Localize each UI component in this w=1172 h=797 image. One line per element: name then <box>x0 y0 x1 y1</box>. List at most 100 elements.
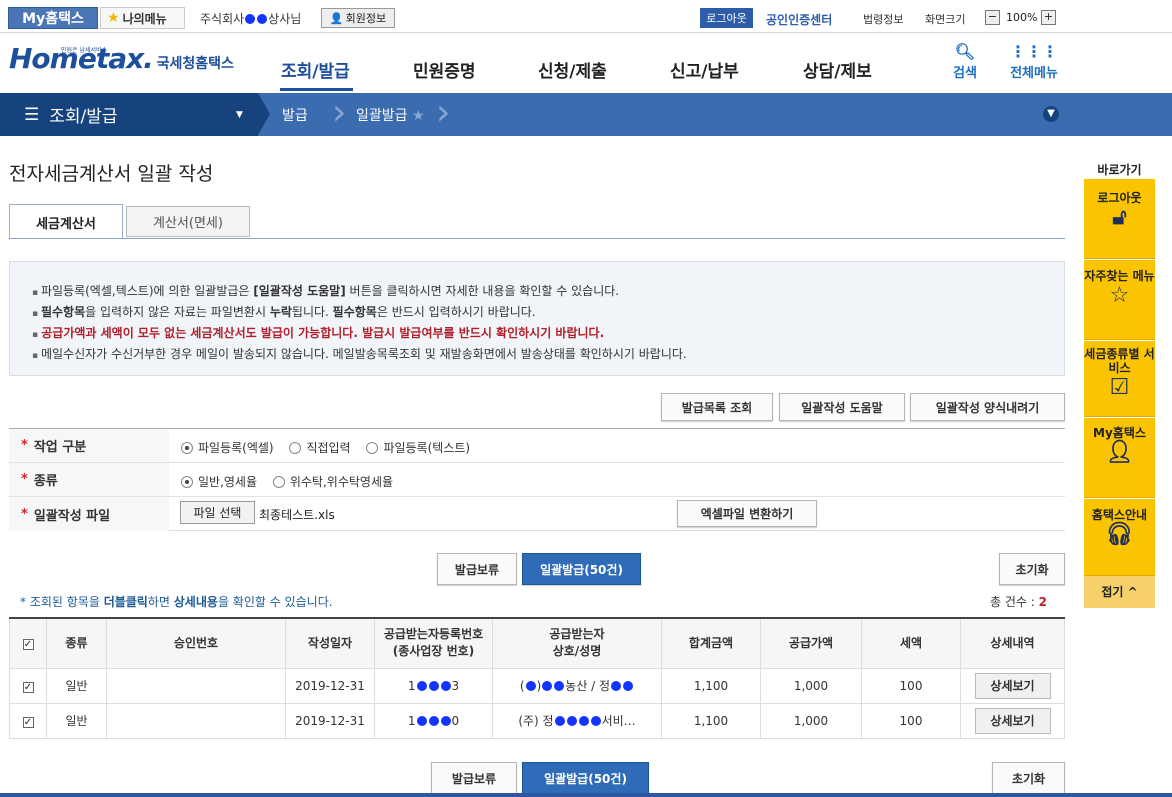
nav-report-pay[interactable]: 신고/납부 <box>670 57 739 82</box>
reset-button[interactable]: 초기화 <box>999 553 1065 585</box>
work-form: * 작업 구분 파일등록(엑셀) 직접입력 파일등록(텍스트) * 종류 일반,영세… <box>9 428 1065 531</box>
hint-text: 을 확인할 수 있습니다. <box>217 595 333 609</box>
cert-center-link[interactable]: 공인인증센터 <box>766 11 832 28</box>
file-label: * 일괄작성 파일 <box>9 497 169 531</box>
file-label-text: 일괄작성 파일 <box>33 508 111 524</box>
quick-favorites[interactable]: 자주찾는 메뉴 ☆ <box>1084 260 1155 340</box>
quick-logout[interactable]: 로그아웃 🔓︎ <box>1084 179 1155 259</box>
nav-civil-cert[interactable]: 민원증명 <box>413 57 476 82</box>
row-supply: 1,000 <box>760 667 862 704</box>
info-emphasis: 누락 <box>269 305 292 319</box>
info-box: 파일등록(엑셀,텍스트)에 의한 일괄발급은 [일괄작성 도움말] 버튼을 클릭… <box>9 261 1065 376</box>
kind-radios: 일반,영세율 위수탁,위수탁영세율 <box>181 473 405 491</box>
download-form-button[interactable]: 일괄작성 양식내려기 <box>910 393 1065 421</box>
radio-circle[interactable] <box>181 441 193 454</box>
info-line: 파일등록(엑셀,텍스트)에 의한 일괄발급은 [일괄작성 도움말] 버튼을 클릭… <box>32 282 1044 303</box>
breadcrumb-level2[interactable]: 발급 <box>282 105 308 125</box>
collapse-sidebar-button[interactable]: 접기 ^ <box>1084 576 1155 608</box>
breadcrumb-level3[interactable]: 일괄발급 ★ <box>356 105 425 125</box>
member-info-button[interactable]: 👤 회원정보 <box>321 8 395 28</box>
radio-circle[interactable] <box>366 441 379 454</box>
radio-circle[interactable] <box>181 475 193 488</box>
radio-direct-input[interactable]: 직접입력 <box>289 439 351 456</box>
total-count: 총 건수 : 2 <box>990 593 1047 610</box>
select-all-checkbox[interactable]: ✓ <box>22 638 34 650</box>
radio-file-text[interactable]: 파일등록(텍스트) <box>366 439 470 456</box>
file-select-button[interactable]: 파일 선택 <box>180 501 255 524</box>
hometax-logo[interactable]: 민원은 납세서비스 Hometax. 국세청홈택스 <box>9 42 234 75</box>
row-kind: 일반 <box>46 702 107 739</box>
issue-list-button[interactable]: 발급목록 조회 <box>661 393 773 421</box>
redaction-mark <box>440 715 451 726</box>
hold-button[interactable]: 발급보류 <box>437 553 517 585</box>
reset-button-bottom[interactable]: 초기화 <box>992 762 1065 794</box>
quick-my-hometax[interactable]: My홈택스 👤︎ <box>1084 418 1155 498</box>
col-buyer-name: 공급받는자 상호/성명 <box>492 617 662 669</box>
breadcrumb-level3-label: 일괄발급 <box>356 108 408 124</box>
screen-size-label: 화면크기 <box>925 13 966 26</box>
redaction-mark <box>416 680 427 691</box>
table-row[interactable]: ✓ 일반 2019-12-31 10 (주) 정 서비… 1,100 1,000 … <box>9 702 1065 739</box>
tab-tax-invoice[interactable]: 세금계산서 <box>9 204 123 239</box>
radio-consignment[interactable]: 위수탁,위수탁영세율 <box>272 473 393 490</box>
col-supply: 공급가액 <box>760 617 862 669</box>
quick-guide[interactable]: 홈택스안내 🎧︎ <box>1084 499 1155 576</box>
redaction-mark <box>257 14 268 24</box>
help-button[interactable]: 일괄작성 도움말 <box>779 393 905 421</box>
name-text: ( <box>519 679 525 693</box>
search-button[interactable]: 🔍︎ 검색 <box>953 42 977 81</box>
radio-label: 파일등록(엑셀) <box>198 441 274 455</box>
col-branch-label: (종사업장 번호) <box>392 644 475 659</box>
zoom-in-button[interactable]: + <box>1041 10 1056 25</box>
search-icon: 🔍︎ <box>954 42 976 61</box>
form-row-file: * 일괄작성 파일 파일 선택 최종테스트.xls 엑셀파일 변환하기 <box>9 497 1065 531</box>
form-row-work-type: * 작업 구분 파일등록(엑셀) 직접입력 파일등록(텍스트) <box>9 429 1065 463</box>
view-detail-button[interactable]: 상세보기 <box>974 707 1051 734</box>
radio-circle[interactable] <box>272 475 285 488</box>
work-type-radios: 파일등록(엑셀) 직접입력 파일등록(텍스트) <box>181 439 482 457</box>
redaction-mark <box>428 680 439 691</box>
radio-file-excel[interactable]: 파일등록(엑셀) <box>181 439 274 456</box>
tab-invoice-exempt[interactable]: 계산서(면세) <box>126 206 250 237</box>
hold-button-bottom[interactable]: 발급보류 <box>431 762 517 794</box>
total-count-label: 총 건수 : <box>990 595 1039 609</box>
expand-chevron-icon[interactable]: ▼ <box>1043 106 1059 122</box>
radio-general[interactable]: 일반,영세율 <box>181 473 257 490</box>
table-row[interactable]: ✓ 일반 2019-12-31 13 () 농산 / 정 1,100 1,000 … <box>9 667 1065 704</box>
convert-excel-button[interactable]: 엑셀파일 변환하기 <box>677 500 817 527</box>
logout-button[interactable]: 로그아웃 <box>700 8 753 28</box>
redaction-mark <box>554 716 565 726</box>
nav-inquiry-issue[interactable]: 조회/발급 <box>281 57 350 82</box>
row-checkbox[interactable]: ✓ <box>22 716 34 728</box>
quick-logout-label: 로그아웃 <box>1097 191 1142 205</box>
kind-label: * 종류 <box>9 463 169 496</box>
company-prefix: 주식회사 <box>200 12 245 26</box>
total-count-value: 2 <box>1038 595 1047 609</box>
breadcrumb-main-label: 조회/발급 <box>49 107 118 127</box>
kind-label-text: 종류 <box>33 474 58 489</box>
my-hometax-tab[interactable]: My홈택스 <box>8 7 98 29</box>
all-menu-button[interactable]: ⋮⋮⋮ 전체메뉴 <box>1010 42 1058 81</box>
row-reg-no: 10 <box>374 702 493 739</box>
nav-apply-submit[interactable]: 신청/제출 <box>538 57 607 82</box>
row-checkbox[interactable]: ✓ <box>22 681 34 693</box>
view-detail-button[interactable]: 상세보기 <box>974 672 1051 699</box>
dropdown-arrow-icon[interactable]: ▼ <box>236 110 243 120</box>
quick-tax-services[interactable]: 세금종류별 서비스 ☑ <box>1084 341 1155 417</box>
law-info-link[interactable]: 법령정보 <box>863 11 903 27</box>
redaction-mark <box>416 715 427 726</box>
row-total: 1,100 <box>661 702 761 739</box>
row-check-cell[interactable]: ✓ <box>9 667 47 704</box>
batch-issue-button-bottom[interactable]: 일괄발급(50건) <box>522 762 649 794</box>
info-text: 버튼을 클릭하시면 자세한 내용을 확인할 수 있습니다. <box>345 284 620 298</box>
row-check-cell[interactable]: ✓ <box>9 702 47 739</box>
zoom-out-button[interactable]: − <box>985 10 1000 25</box>
breadcrumb-main[interactable]: ☰ 조회/발급 <box>0 93 258 136</box>
nav-consult-report[interactable]: 상담/제보 <box>803 57 872 82</box>
batch-issue-button[interactable]: 일괄발급(50건) <box>522 553 641 585</box>
my-menu-button[interactable]: ★ 나의메뉴 <box>100 7 185 29</box>
star-icon: ★ <box>107 10 120 26</box>
select-all-cell[interactable]: ✓ <box>9 617 47 669</box>
favorite-star-icon[interactable]: ★ <box>412 108 425 124</box>
radio-circle[interactable] <box>289 441 302 454</box>
